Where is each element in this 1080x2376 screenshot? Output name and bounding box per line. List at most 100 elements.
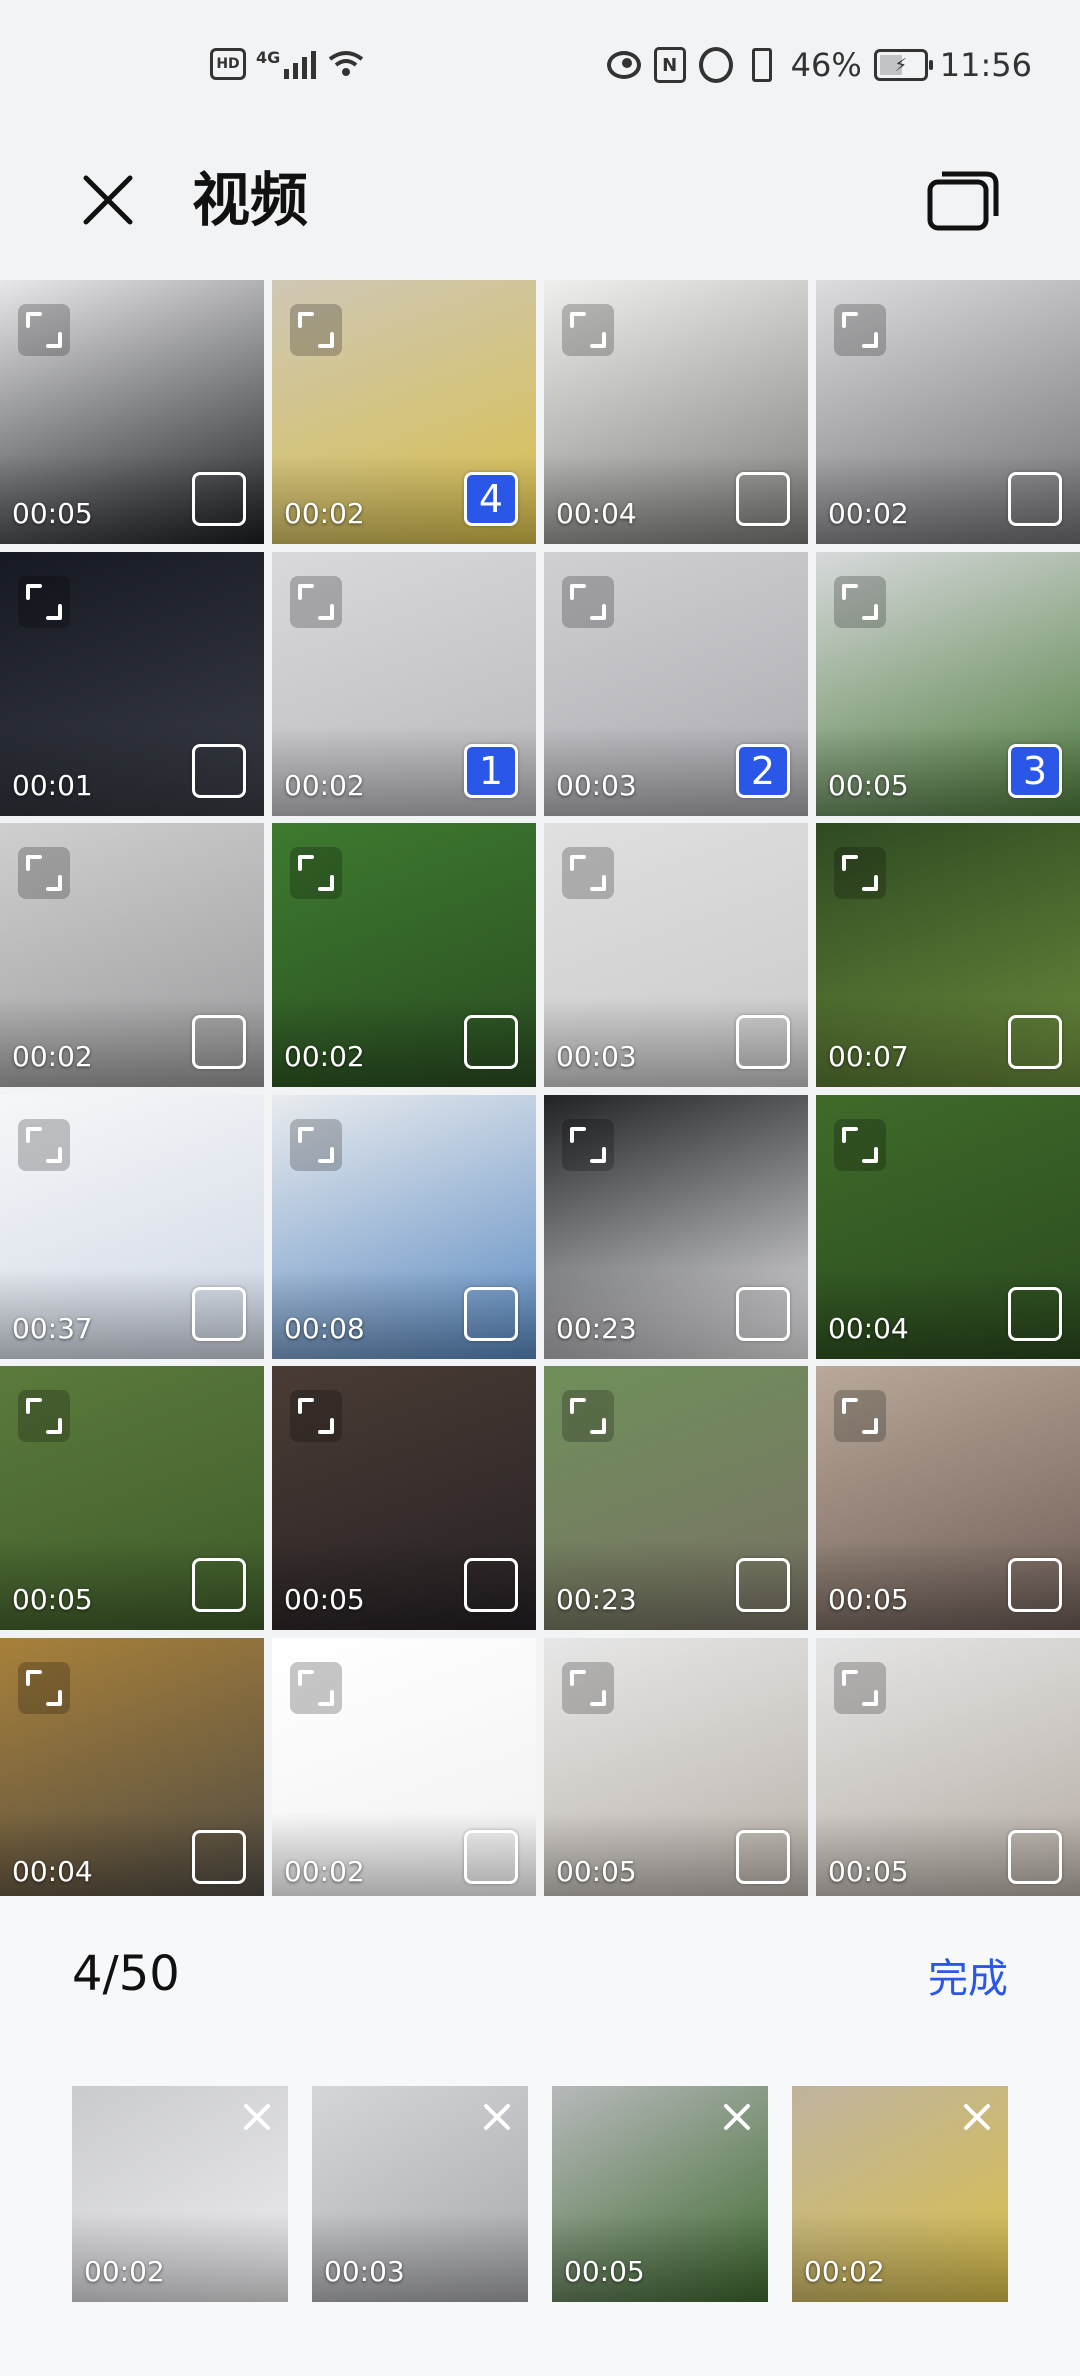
page-title: 视频 xyxy=(192,166,309,234)
select-checkbox[interactable] xyxy=(1008,472,1062,526)
select-checkbox[interactable] xyxy=(192,1829,246,1884)
select-checkbox[interactable] xyxy=(192,743,246,798)
video-thumbnail[interactable]: 00:02 xyxy=(272,823,536,1087)
select-checkbox[interactable] xyxy=(192,1015,246,1069)
select-checkbox[interactable]: 2 xyxy=(736,743,790,798)
expand-icon xyxy=(298,1398,334,1434)
expand-preview-button[interactable] xyxy=(562,847,614,899)
video-thumbnail[interactable]: 00:37 xyxy=(0,1094,264,1359)
expand-preview-button[interactable] xyxy=(290,575,342,628)
select-checkbox[interactable] xyxy=(736,1558,790,1612)
expand-preview-button[interactable] xyxy=(562,575,614,628)
expand-preview-button[interactable] xyxy=(562,1390,614,1442)
close-icon xyxy=(724,2104,750,2130)
remove-selection-button[interactable] xyxy=(720,2100,754,2134)
video-thumbnail[interactable]: 00:05 3 xyxy=(816,551,1080,816)
video-thumbnail[interactable]: 00:02 xyxy=(0,823,264,1087)
video-duration: 00:05 xyxy=(828,1854,909,1888)
select-checkbox[interactable] xyxy=(1008,1015,1062,1069)
expand-preview-button[interactable] xyxy=(562,304,614,356)
video-duration: 00:05 xyxy=(564,2255,645,2288)
video-thumbnail[interactable]: 00:03 2 xyxy=(544,551,808,816)
expand-preview-button[interactable] xyxy=(834,1118,886,1171)
select-checkbox[interactable] xyxy=(192,1286,246,1341)
expand-preview-button[interactable] xyxy=(290,847,342,899)
expand-icon xyxy=(298,855,334,891)
expand-preview-button[interactable] xyxy=(18,1661,70,1714)
video-thumbnail[interactable]: 00:05 xyxy=(816,1366,1080,1630)
video-thumbnail[interactable]: 00:01 xyxy=(0,551,264,816)
video-thumbnail[interactable]: 00:05 xyxy=(0,280,264,544)
video-thumbnail[interactable]: 00:02 xyxy=(816,280,1080,544)
selected-video-thumbnail[interactable]: 00:05 xyxy=(552,2086,768,2302)
video-thumbnail[interactable]: 00:05 xyxy=(0,1366,264,1630)
video-thumbnail[interactable]: 00:03 xyxy=(544,823,808,1087)
expand-preview-button[interactable] xyxy=(834,1661,886,1714)
video-thumbnail[interactable]: 00:02 xyxy=(272,1637,536,1902)
video-duration: 00:02 xyxy=(828,497,909,530)
expand-icon xyxy=(26,312,62,348)
expand-preview-button[interactable] xyxy=(562,1118,614,1171)
expand-preview-button[interactable] xyxy=(834,304,886,356)
expand-preview-button[interactable] xyxy=(290,1118,342,1171)
video-thumbnail[interactable]: 00:08 xyxy=(272,1094,536,1359)
expand-preview-button[interactable] xyxy=(18,304,70,356)
video-thumbnail[interactable]: 00:23 xyxy=(544,1094,808,1359)
expand-preview-button[interactable] xyxy=(290,1390,342,1442)
close-button[interactable] xyxy=(72,164,144,236)
video-duration: 00:02 xyxy=(804,2255,885,2288)
select-checkbox[interactable] xyxy=(192,472,246,526)
video-thumbnail[interactable]: 00:02 4 xyxy=(272,280,536,544)
close-icon xyxy=(964,2104,990,2130)
video-grid: 00:05 00:02 4 00:04 00:02 00:01 00:02 1 00:03 2 00… xyxy=(0,280,1080,1902)
select-checkbox[interactable]: 1 xyxy=(464,743,518,798)
video-thumbnail[interactable]: 00:05 xyxy=(544,1637,808,1902)
expand-preview-button[interactable] xyxy=(834,1390,886,1442)
selected-video-thumbnail[interactable]: 00:02 xyxy=(72,2086,288,2302)
done-button[interactable]: 完成 xyxy=(928,1946,1008,2004)
select-checkbox[interactable] xyxy=(736,1829,790,1884)
expand-preview-button[interactable] xyxy=(18,1118,70,1171)
select-checkbox[interactable] xyxy=(1008,1286,1062,1341)
video-thumbnail[interactable]: 00:02 1 xyxy=(272,551,536,816)
expand-preview-button[interactable] xyxy=(18,847,70,899)
selected-video-thumbnail[interactable]: 00:02 xyxy=(792,2086,1008,2302)
remove-selection-button[interactable] xyxy=(480,2100,514,2134)
video-thumbnail[interactable]: 00:05 xyxy=(816,1637,1080,1902)
select-checkbox[interactable] xyxy=(736,472,790,526)
select-checkbox[interactable] xyxy=(736,1015,790,1069)
video-thumbnail[interactable]: 00:05 xyxy=(272,1366,536,1630)
select-checkbox[interactable]: 3 xyxy=(1008,743,1062,798)
video-thumbnail[interactable]: 00:04 xyxy=(0,1637,264,1902)
select-checkbox[interactable] xyxy=(1008,1558,1062,1612)
select-checkbox[interactable] xyxy=(1008,1829,1062,1884)
select-checkbox[interactable]: 4 xyxy=(464,472,518,526)
remove-selection-button[interactable] xyxy=(240,2100,274,2134)
select-checkbox[interactable] xyxy=(464,1558,518,1612)
select-checkbox[interactable] xyxy=(192,1558,246,1612)
video-thumbnail[interactable]: 00:07 xyxy=(816,823,1080,1087)
select-checkbox[interactable] xyxy=(464,1829,518,1884)
expand-preview-button[interactable] xyxy=(834,575,886,628)
expand-preview-button[interactable] xyxy=(290,304,342,356)
expand-preview-button[interactable] xyxy=(18,1390,70,1442)
video-thumbnail[interactable]: 00:04 xyxy=(544,280,808,544)
multi-window-button[interactable] xyxy=(924,164,1004,236)
selected-video-thumbnail[interactable]: 00:03 xyxy=(312,2086,528,2302)
expand-icon xyxy=(26,1669,62,1706)
status-bar: HD 4G N 46% ⚡ 11:56 xyxy=(0,0,1080,140)
video-duration: 00:02 xyxy=(284,1854,365,1888)
expand-preview-button[interactable] xyxy=(562,1661,614,1714)
expand-preview-button[interactable] xyxy=(834,847,886,899)
select-checkbox[interactable] xyxy=(736,1286,790,1341)
select-checkbox[interactable] xyxy=(464,1015,518,1069)
expand-preview-button[interactable] xyxy=(18,575,70,628)
select-checkbox[interactable] xyxy=(464,1286,518,1341)
video-thumbnail[interactable]: 00:23 xyxy=(544,1366,808,1630)
video-duration: 00:23 xyxy=(556,1311,637,1345)
remove-selection-button[interactable] xyxy=(960,2100,994,2134)
video-duration: 00:05 xyxy=(828,1583,909,1616)
video-thumbnail[interactable]: 00:04 xyxy=(816,1094,1080,1359)
video-duration: 00:02 xyxy=(284,1040,365,1073)
expand-preview-button[interactable] xyxy=(290,1661,342,1714)
